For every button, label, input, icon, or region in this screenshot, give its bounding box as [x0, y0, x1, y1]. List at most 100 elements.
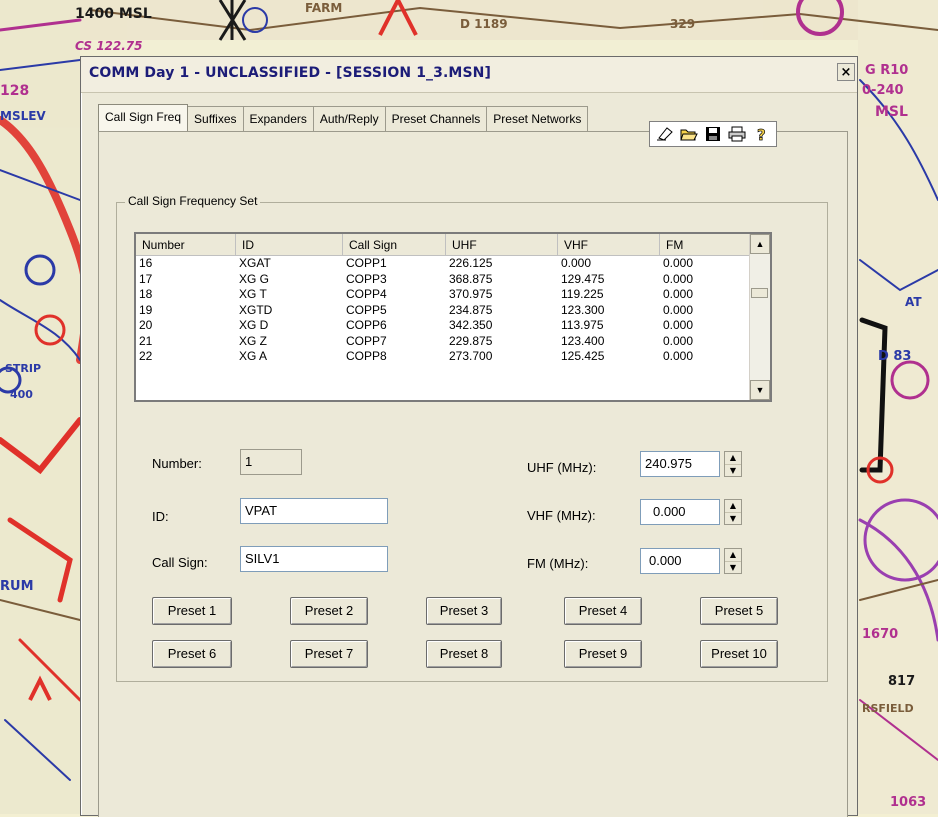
cell-fm: 0.000 — [663, 318, 694, 332]
uhf-spinner[interactable]: ▲ ▼ — [724, 451, 742, 477]
close-button[interactable]: × — [837, 63, 855, 81]
scroll-down-icon[interactable]: ▼ — [750, 380, 770, 400]
cell-uhf: 273.700 — [449, 349, 493, 363]
column-header-id[interactable]: ID — [236, 234, 343, 256]
cell-number: 22 — [139, 349, 153, 363]
preset-3-button[interactable]: Preset 3 — [426, 597, 502, 625]
map-label: 400 — [10, 388, 33, 401]
table-row[interactable]: 21 XG Z COPP7 229.875 123.400 0.000 — [136, 334, 770, 350]
tab-auth-reply[interactable]: Auth/Reply — [312, 106, 386, 131]
cell-number: 16 — [139, 256, 153, 270]
map-label: 1063 — [890, 795, 926, 810]
preset-2-button[interactable]: Preset 2 — [290, 597, 368, 625]
cell-uhf: 368.875 — [449, 271, 493, 286]
scroll-up-icon[interactable]: ▲ — [750, 234, 770, 254]
cell-fm: 0.000 — [663, 271, 694, 286]
spin-up-icon[interactable]: ▲ — [725, 452, 741, 465]
cell-call-sign: COPP8 — [346, 349, 387, 363]
call-sign-field[interactable]: SILV1 — [240, 546, 388, 572]
print-icon[interactable] — [726, 124, 748, 144]
map-label: 817 — [888, 674, 915, 689]
scroll-thumb[interactable] — [751, 288, 768, 298]
cell-number: 17 — [139, 271, 153, 286]
tab-preset-networks[interactable]: Preset Networks — [486, 106, 589, 131]
spin-down-icon[interactable]: ▼ — [725, 513, 741, 525]
column-header-vhf[interactable]: VHF — [558, 234, 660, 256]
cell-id: XG Z — [239, 333, 268, 348]
uhf-label: UHF (MHz): — [527, 460, 597, 475]
map-label: G R10 — [865, 63, 908, 78]
tab-preset-channels[interactable]: Preset Channels — [384, 106, 488, 131]
tab-expanders[interactable]: Expanders — [242, 106, 314, 131]
map-label: 1670 — [862, 627, 898, 642]
tab-strip: Call Sign Freq Suffixes Expanders Auth/R… — [98, 104, 589, 132]
map-label: RUM — [0, 579, 34, 594]
cell-call-sign: COPP4 — [346, 287, 387, 301]
column-header-uhf[interactable]: UHF — [446, 234, 558, 256]
map-label: CS 122.75 — [75, 39, 143, 53]
spin-up-icon[interactable]: ▲ — [725, 549, 741, 562]
map-label: AT — [905, 295, 922, 309]
preset-6-button[interactable]: Preset 6 — [152, 640, 232, 668]
cell-fm: 0.000 — [663, 333, 694, 348]
map-label: 1400 MSL — [75, 6, 152, 22]
id-label: ID: — [152, 509, 169, 524]
list-scrollbar[interactable]: ▲ ▼ — [749, 234, 770, 400]
call-sign-list[interactable]: Number ID Call Sign UHF VHF FM 16 XGAT COP… — [134, 232, 772, 402]
preset-7-button[interactable]: Preset 7 — [290, 640, 368, 668]
column-header-call-sign[interactable]: Call Sign — [343, 234, 446, 256]
cell-fm: 0.000 — [663, 287, 694, 301]
cell-id: XG A — [239, 349, 268, 363]
cell-vhf: 113.975 — [561, 318, 604, 332]
cell-vhf: 0.000 — [561, 256, 592, 270]
open-folder-icon[interactable] — [678, 124, 700, 144]
spin-up-icon[interactable]: ▲ — [725, 500, 741, 513]
uhf-field[interactable]: 240.975 — [640, 451, 720, 477]
map-label: D 83 — [878, 349, 911, 364]
column-header-fm[interactable]: FM — [660, 234, 756, 256]
cell-id: XG T — [239, 287, 267, 301]
preset-4-button[interactable]: Preset 4 — [564, 597, 642, 625]
table-row[interactable]: 16 XGAT COPP1 226.125 0.000 0.000 — [136, 256, 770, 272]
toolbar: ? — [649, 121, 777, 147]
preset-1-button[interactable]: Preset 1 — [152, 597, 232, 625]
map-label: MSLEV — [0, 109, 46, 123]
cell-vhf: 129.475 — [561, 271, 605, 286]
save-icon[interactable] — [702, 124, 724, 144]
cell-uhf: 226.125 — [449, 256, 493, 270]
spin-down-icon[interactable]: ▼ — [725, 562, 741, 574]
vhf-field[interactable]: 0.000 — [640, 499, 720, 525]
cell-id: XGAT — [239, 256, 271, 270]
svg-text:?: ? — [757, 126, 766, 142]
table-row[interactable]: 18 XG T COPP4 370.975 119.225 0.000 — [136, 287, 770, 303]
map-label: RSFIELD — [862, 702, 914, 715]
table-row[interactable]: 22 XG A COPP8 273.700 125.425 0.000 — [136, 349, 770, 365]
fm-field[interactable]: 0.000 — [640, 548, 720, 574]
fm-spinner[interactable]: ▲ ▼ — [724, 548, 742, 574]
spin-down-icon[interactable]: ▼ — [725, 465, 741, 477]
title-bar[interactable]: COMM Day 1 - UNCLASSIFIED - [SESSION 1_3… — [81, 57, 857, 93]
cell-number: 19 — [139, 302, 153, 317]
eraser-icon[interactable] — [654, 124, 676, 144]
table-row[interactable]: 20 XG D COPP6 342.350 113.975 0.000 — [136, 318, 770, 334]
vhf-spinner[interactable]: ▲ ▼ — [724, 499, 742, 525]
table-row[interactable]: 19 XGTD COPP5 234.875 123.300 0.000 — [136, 303, 770, 319]
cell-number: 21 — [139, 333, 153, 348]
preset-10-button[interactable]: Preset 10 — [700, 640, 778, 668]
map-label: FARM — [305, 1, 342, 15]
tab-suffixes[interactable]: Suffixes — [187, 106, 244, 131]
preset-5-button[interactable]: Preset 5 — [700, 597, 778, 625]
help-icon[interactable]: ? — [750, 124, 772, 144]
window-title: COMM Day 1 - UNCLASSIFIED - [SESSION 1_3… — [89, 65, 491, 81]
preset-8-button[interactable]: Preset 8 — [426, 640, 502, 668]
cell-uhf: 370.975 — [449, 287, 493, 301]
column-header-number[interactable]: Number — [136, 234, 236, 256]
preset-9-button[interactable]: Preset 9 — [564, 640, 642, 668]
cell-fm: 0.000 — [663, 256, 694, 270]
cell-id: XG D — [239, 318, 269, 332]
tab-call-sign-freq[interactable]: Call Sign Freq — [98, 104, 189, 131]
cell-id: XG G — [239, 271, 270, 286]
table-row[interactable]: 17 XG G COPP3 368.875 129.475 0.000 — [136, 272, 770, 288]
cell-number: 18 — [139, 287, 153, 301]
id-field[interactable]: VPAT — [240, 498, 388, 524]
